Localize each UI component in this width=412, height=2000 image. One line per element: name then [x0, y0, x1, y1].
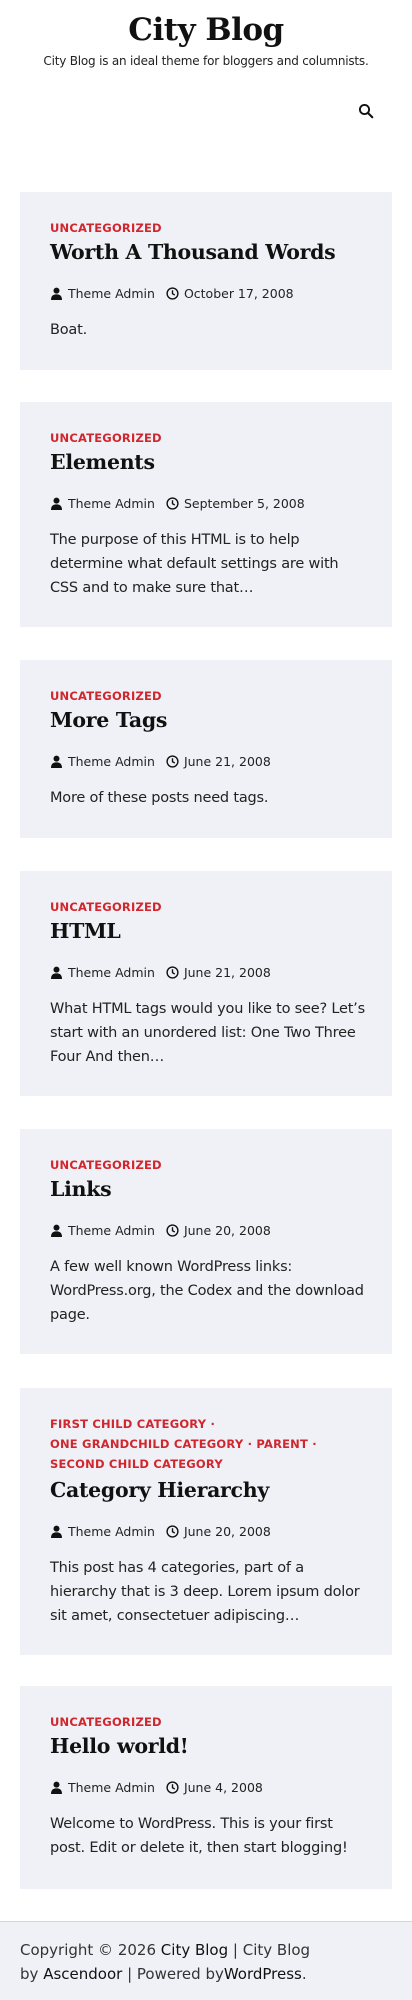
category-link[interactable]: UNCATEGORIZED [50, 1158, 162, 1172]
post-excerpt: Welcome to WordPress. This is your first… [50, 1816, 348, 1856]
category-link[interactable]: UNCATEGORIZED [50, 689, 162, 703]
post-date[interactable]: June 21, 2008 [184, 965, 271, 980]
category-separator: · [247, 1437, 253, 1451]
site-title[interactable]: City Blog [0, 12, 412, 48]
post-title[interactable]: Elements [50, 450, 155, 474]
user-icon [51, 1525, 62, 1538]
post-meta: Theme Admin September 5, 2008 [50, 496, 305, 511]
post-title[interactable]: Category Hierarchy [50, 1478, 269, 1502]
post-card: UNCATEGORIZED Links Theme Admin June 20,… [20, 1129, 392, 1354]
post-meta: Theme Admin June 21, 2008 [50, 965, 271, 980]
category-link[interactable]: PARENT [256, 1437, 308, 1451]
category-link[interactable]: FIRST CHILD CATEGORY [50, 1417, 206, 1431]
post-excerpt: What HTML tags would you like to see? Le… [50, 1001, 365, 1065]
clock-icon [166, 966, 179, 979]
post-date[interactable]: June 4, 2008 [184, 1780, 263, 1795]
category-link[interactable]: UNCATEGORIZED [50, 431, 162, 445]
post-meta: Theme Admin June 20, 2008 [50, 1524, 271, 1539]
post-categories: UNCATEGORIZED [50, 1155, 162, 1175]
clock-icon [166, 1525, 179, 1538]
post-categories: UNCATEGORIZED [50, 218, 162, 238]
post-excerpt: A few well known WordPress links: WordPr… [50, 1259, 364, 1323]
post-meta: Theme Admin June 4, 2008 [50, 1780, 263, 1795]
post-card: UNCATEGORIZED Hello world! Theme Admin J… [20, 1686, 392, 1889]
clock-icon [166, 1224, 179, 1237]
post-card: UNCATEGORIZED Worth A Thousand Words The… [20, 192, 392, 370]
category-link[interactable]: UNCATEGORIZED [50, 221, 162, 235]
post-title[interactable]: More Tags [50, 708, 167, 732]
footer-site-link[interactable]: City Blog [161, 1941, 228, 1959]
user-icon [51, 1224, 62, 1237]
post-card: UNCATEGORIZED HTML Theme Admin June 21, … [20, 871, 392, 1096]
post-meta: Theme Admin October 17, 2008 [50, 286, 294, 301]
clock-icon [166, 755, 179, 768]
user-icon [51, 287, 62, 300]
category-separator: · [312, 1437, 317, 1451]
post-card: UNCATEGORIZED Elements Theme Admin Septe… [20, 402, 392, 627]
footer-wordpress-link[interactable]: WordPress [224, 1965, 302, 1983]
category-link[interactable]: ONE GRANDCHILD CATEGORY [50, 1437, 243, 1451]
category-link[interactable]: UNCATEGORIZED [50, 900, 162, 914]
post-date[interactable]: June 20, 2008 [184, 1524, 271, 1539]
clock-icon [166, 497, 179, 510]
post-date[interactable]: June 21, 2008 [184, 754, 271, 769]
category-link[interactable]: SECOND CHILD CATEGORY [50, 1457, 223, 1471]
post-excerpt: More of these posts need tags. [50, 790, 269, 806]
clock-icon [166, 1781, 179, 1794]
footer-divider: | [232, 1941, 238, 1959]
post-meta: Theme Admin June 21, 2008 [50, 754, 271, 769]
post-author[interactable]: Theme Admin [68, 754, 155, 769]
post-date[interactable]: June 20, 2008 [184, 1223, 271, 1238]
user-icon [51, 966, 62, 979]
user-icon [51, 755, 62, 768]
post-title[interactable]: Hello world! [50, 1734, 189, 1758]
post-categories: UNCATEGORIZED [50, 686, 162, 706]
search-icon [358, 103, 374, 119]
post-card: FIRST CHILD CATEGORY · ONE GRANDCHILD CA… [20, 1388, 392, 1655]
post-title[interactable]: Links [50, 1177, 112, 1201]
post-author[interactable]: Theme Admin [68, 1780, 155, 1795]
post-author[interactable]: Theme Admin [68, 496, 155, 511]
post-categories: FIRST CHILD CATEGORY · ONE GRANDCHILD CA… [50, 1414, 317, 1474]
site-header: City Blog City Blog is an ideal theme fo… [0, 0, 412, 150]
search-button[interactable] [358, 103, 378, 123]
post-date[interactable]: October 17, 2008 [184, 286, 294, 301]
footer-copyright: Copyright © 2026 [20, 1941, 157, 1959]
post-card: UNCATEGORIZED More Tags Theme Admin June… [20, 660, 392, 838]
user-icon [51, 497, 62, 510]
post-meta: Theme Admin June 20, 2008 [50, 1223, 271, 1238]
post-categories: UNCATEGORIZED [50, 428, 162, 448]
post-author[interactable]: Theme Admin [68, 1223, 155, 1238]
footer-powered-prefix: | Powered by [127, 1965, 224, 1983]
post-date[interactable]: September 5, 2008 [184, 496, 305, 511]
post-categories: UNCATEGORIZED [50, 1712, 162, 1732]
post-title[interactable]: Worth A Thousand Words [50, 240, 336, 264]
post-excerpt: Boat. [50, 322, 87, 338]
category-separator: · [210, 1417, 216, 1431]
site-footer: Copyright © 2026 City Blog | City Blog b… [0, 1921, 412, 2000]
footer-theme-author-link[interactable]: Ascendoor [43, 1965, 122, 1983]
user-icon [51, 1781, 62, 1794]
post-author[interactable]: Theme Admin [68, 965, 155, 980]
clock-icon [166, 287, 179, 300]
footer-credits: Copyright © 2026 City Blog | City Blog b… [20, 1938, 320, 1986]
category-link[interactable]: UNCATEGORIZED [50, 1715, 162, 1729]
post-title[interactable]: HTML [50, 919, 121, 943]
post-author[interactable]: Theme Admin [68, 286, 155, 301]
post-excerpt: The purpose of this HTML is to help dete… [50, 532, 339, 596]
post-author[interactable]: Theme Admin [68, 1524, 155, 1539]
post-categories: UNCATEGORIZED [50, 897, 162, 917]
post-excerpt: This post has 4 categories, part of a hi… [50, 1560, 360, 1624]
footer-end: . [301, 1965, 307, 1983]
site-tagline: City Blog is an ideal theme for bloggers… [43, 54, 369, 68]
